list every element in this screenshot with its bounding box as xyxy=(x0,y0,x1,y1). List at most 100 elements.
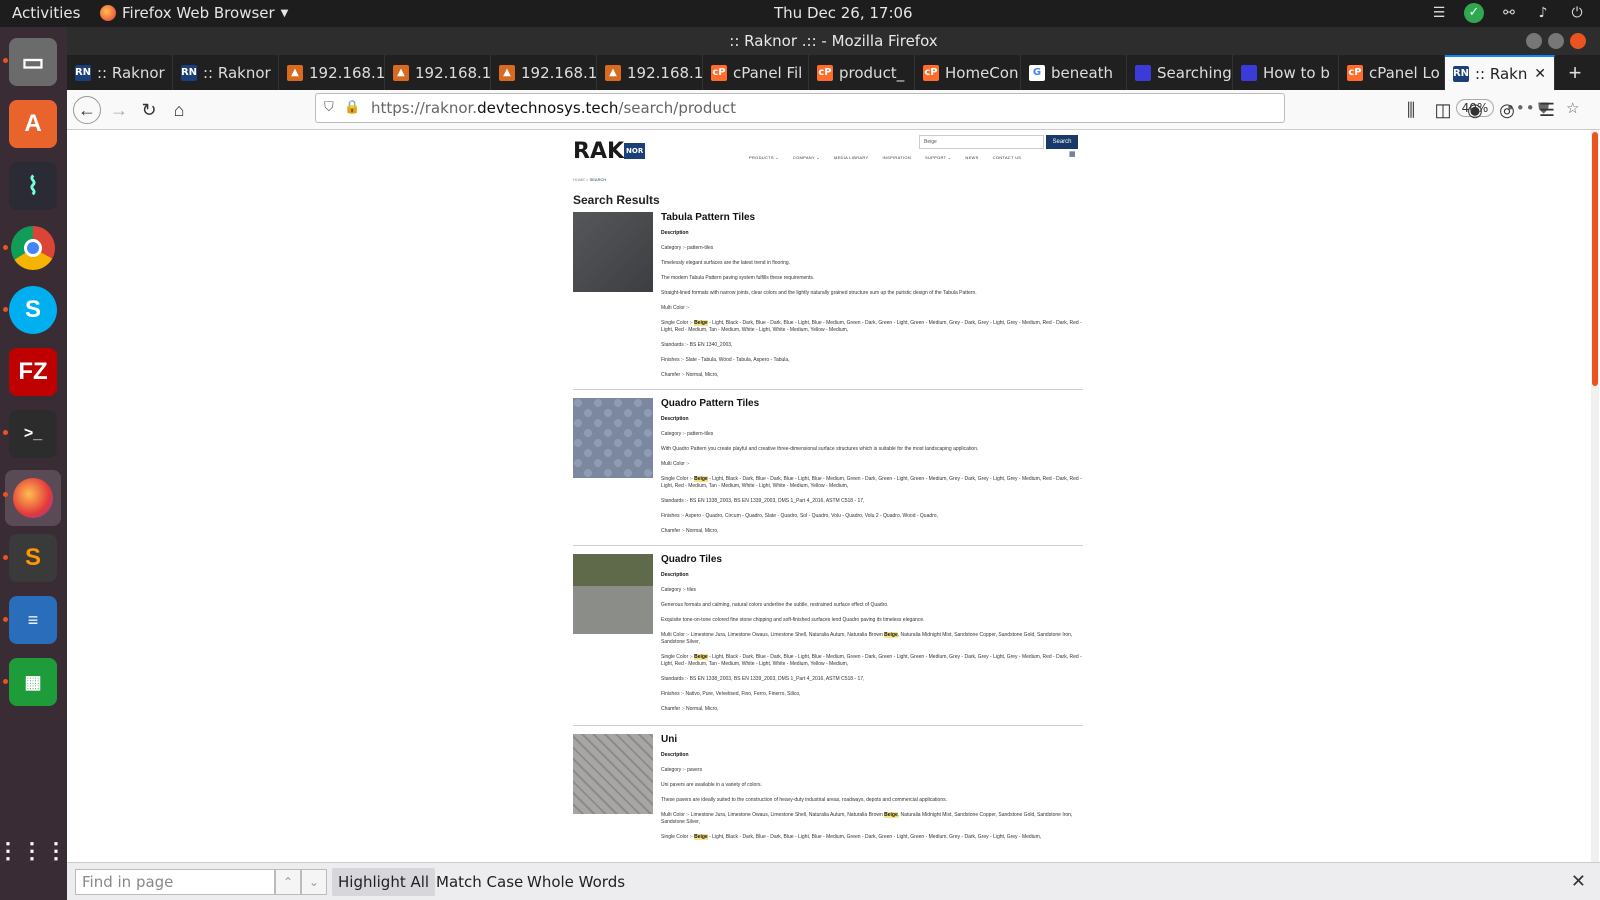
tab-5[interactable]: ▲ 192.168.1 xyxy=(597,55,703,90)
page-scrollbar[interactable] xyxy=(1591,130,1599,862)
maximize-button[interactable] xyxy=(1548,33,1564,49)
skype-icon[interactable]: S xyxy=(9,286,57,334)
library-icon[interactable]: ⫼ xyxy=(1397,96,1425,124)
site-menu-item[interactable]: PRODUCTS ⌄ xyxy=(749,155,779,160)
multi-color-text: Multi Color :- Limestone Jura, Limestone… xyxy=(661,812,1083,826)
volume-icon[interactable]: ♪ xyxy=(1534,4,1552,22)
product-title[interactable]: Uni xyxy=(661,734,1083,746)
account-icon[interactable]: ◎ xyxy=(1493,96,1521,124)
category-text: Category :- tiles xyxy=(661,587,697,593)
firefox-icon xyxy=(100,5,116,21)
product-thumbnail[interactable] xyxy=(573,398,653,478)
page-title: Search Results xyxy=(573,193,660,207)
tab-7[interactable]: cP product_ xyxy=(809,55,915,90)
close-tab-icon[interactable]: ✕ xyxy=(1534,66,1546,82)
power-icon[interactable]: ⏻ xyxy=(1568,4,1586,22)
extension-icon[interactable]: ◉ xyxy=(1461,96,1489,124)
search-highlight: Beige xyxy=(694,320,708,326)
find-next-button[interactable]: ⌄ xyxy=(301,869,327,895)
product-thumbnail[interactable] xyxy=(573,734,653,814)
breadcrumb-home[interactable]: HOME xyxy=(573,177,585,182)
search-result-item: Quadro Pattern Tiles Description Category … xyxy=(573,398,1083,546)
tab-2[interactable]: ▲ 192.168.1 xyxy=(279,55,385,90)
reload-button[interactable]: ↻ xyxy=(135,96,163,124)
highlight-all-button[interactable]: Highlight All xyxy=(332,868,436,896)
site-logo[interactable]: RAK NOR xyxy=(573,138,646,164)
tab-12[interactable]: cP cPanel Lo xyxy=(1339,55,1445,90)
tab-label: 192.168.1 xyxy=(521,63,597,82)
search-highlight: Beige xyxy=(694,654,708,660)
product-title[interactable]: Quadro Tiles xyxy=(661,554,1083,566)
tab-0[interactable]: RN:: Raknor xyxy=(67,55,173,90)
single-color-prefix: Single Color :- xyxy=(661,834,693,840)
description-text: Uni pavers are available in a variety of… xyxy=(661,782,762,788)
calc-icon[interactable]: ▦ xyxy=(9,658,57,706)
cpanel-icon: cP xyxy=(711,64,727,81)
finishes-text: Finishes :- Slate - Tabula, Wood - Tabul… xyxy=(661,357,790,363)
system-top-bar: Activities Firefox Web Browser ▼ Thu Dec… xyxy=(0,0,1600,27)
site-menu-item[interactable]: CONTACT US xyxy=(993,155,1022,160)
tab-3[interactable]: ▲ 192.168.1 xyxy=(385,55,491,90)
url-bar[interactable]: ⛉ 🔒 https://raknor.devtechnosys.tech/sea… xyxy=(315,93,1579,123)
bookmark-star-icon[interactable]: ☆ xyxy=(1566,94,1579,122)
network-icon[interactable]: ⚯ xyxy=(1500,4,1518,22)
tab-11[interactable]: How to b xyxy=(1233,55,1339,90)
site-search-input[interactable]: Beige xyxy=(919,135,1044,149)
product-title[interactable]: Tabula Pattern Tiles xyxy=(661,212,1083,224)
site-menu-item[interactable]: INSPIRATION xyxy=(882,155,911,160)
match-case-button[interactable]: Match Case xyxy=(430,868,529,896)
lock-icon[interactable]: 🔒 xyxy=(344,94,360,122)
back-button[interactable]: ← xyxy=(73,96,101,124)
finishes-text: Finishes :- Aspero - Quadro, Circum - Qu… xyxy=(661,513,938,519)
chrome-icon[interactable] xyxy=(9,224,57,272)
tab-13[interactable]: RN:: Rakn ✕ xyxy=(1445,55,1555,90)
shield-icon[interactable]: ⛉ xyxy=(324,94,334,122)
product-thumbnail[interactable] xyxy=(573,554,653,634)
writer-icon[interactable]: ≡ xyxy=(9,596,57,644)
app-menu[interactable]: Firefox Web Browser ▼ xyxy=(100,4,288,22)
tab-10[interactable]: Searching xyxy=(1127,55,1233,90)
tab-4[interactable]: ▲ 192.168.1 xyxy=(491,55,597,90)
filezilla-icon[interactable]: FZ xyxy=(9,348,57,396)
grid-menu-icon[interactable]: ▦ xyxy=(1069,150,1076,158)
find-previous-button[interactable]: ⌃ xyxy=(275,869,301,895)
nav-toolbar: ← → ↻ ⌂ ⛉ 🔒 https://raknor.devtechnosys.… xyxy=(67,90,1600,130)
tab-6[interactable]: cP cPanel Fil xyxy=(703,55,809,90)
clock[interactable]: Thu Dec 26, 17:06 xyxy=(774,4,913,22)
tab-9[interactable]: Gbeneath xyxy=(1021,55,1127,90)
url-path: /search/product xyxy=(618,99,737,117)
find-input[interactable]: Find in page xyxy=(75,869,275,895)
result-body: Uni Description Category :- pavers Uni pave… xyxy=(661,734,1083,849)
tab-8[interactable]: cP HomeCon xyxy=(915,55,1021,90)
files-icon[interactable]: ▭ xyxy=(9,38,57,86)
site-menu-item[interactable]: SUPPORT ⌄ xyxy=(925,155,951,160)
product-title[interactable]: Quadro Pattern Tiles xyxy=(661,398,1083,410)
close-find-bar-icon[interactable]: ✕ xyxy=(1571,871,1586,892)
system-monitor-icon[interactable]: ⌇ xyxy=(9,162,57,210)
site-menu-item[interactable]: COMPANY ⌄ xyxy=(793,155,820,160)
product-thumbnail[interactable] xyxy=(573,212,653,292)
site-menu-item[interactable]: MEDIA LIBRARY xyxy=(834,155,869,160)
update-check-icon[interactable]: ✓ xyxy=(1464,3,1484,23)
raknor-icon: RN xyxy=(75,64,91,81)
site-search-button[interactable]: Search xyxy=(1046,135,1078,149)
terminal-icon[interactable]: >_ xyxy=(9,410,57,458)
tab-1[interactable]: RN:: Raknor xyxy=(173,55,279,90)
menu-icon[interactable]: ☰ xyxy=(1533,96,1561,124)
new-tab-button[interactable]: + xyxy=(1555,55,1595,90)
site-menu-item[interactable]: NEWS xyxy=(965,155,978,160)
whole-words-button[interactable]: Whole Words xyxy=(521,868,631,896)
software-center-icon[interactable]: A xyxy=(9,100,57,148)
category-text: Category :- pattern-tiles xyxy=(661,431,714,437)
minimize-button[interactable] xyxy=(1526,33,1542,49)
notes-icon[interactable]: ☰ xyxy=(1430,4,1448,22)
sublime-text-icon[interactable]: S xyxy=(9,534,57,582)
forward-button[interactable]: → xyxy=(105,96,133,124)
activities-button[interactable]: Activities xyxy=(12,4,80,22)
scrollbar-thumb[interactable] xyxy=(1592,132,1598,386)
close-window-button[interactable] xyxy=(1570,33,1586,49)
sidebar-icon[interactable]: ◫ xyxy=(1429,96,1457,124)
firefox-dock-icon[interactable] xyxy=(5,470,61,526)
home-button[interactable]: ⌂ xyxy=(165,96,193,124)
show-apps-icon[interactable]: ⋮⋮⋮ xyxy=(0,827,67,875)
